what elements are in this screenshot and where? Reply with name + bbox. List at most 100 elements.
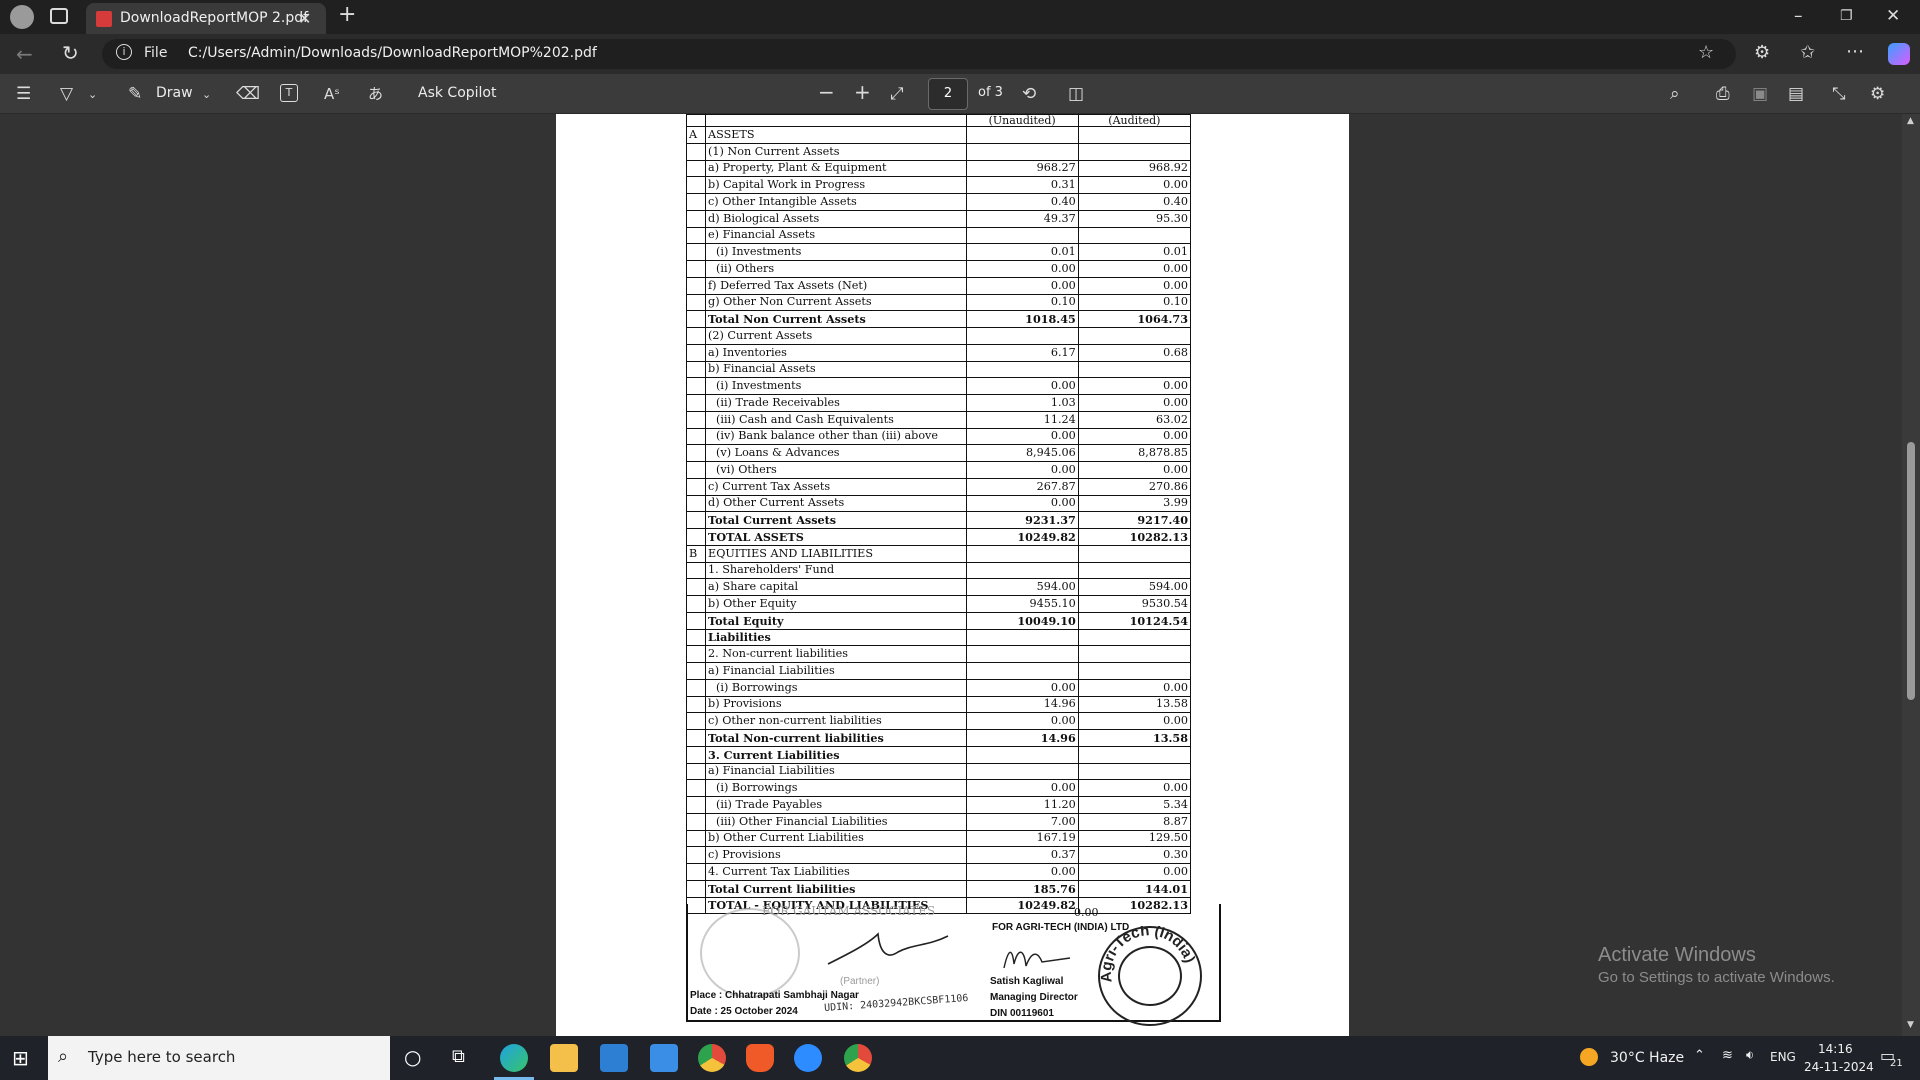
contents-icon[interactable]: ☰ — [16, 84, 31, 104]
refresh-icon[interactable]: ↻ — [62, 43, 79, 63]
zoom-out-icon[interactable]: − — [818, 82, 835, 102]
audited-value: 0.10 — [1077, 293, 1192, 312]
particulars-cell: (i) Investments — [705, 243, 967, 261]
address-input[interactable]: i File C:/Users/Admin/Downloads/Download… — [102, 39, 1736, 69]
settings-gear-icon[interactable]: ⚙ — [1870, 84, 1885, 104]
scroll-down-icon[interactable]: ▼ — [1907, 1020, 1914, 1030]
weather-icon[interactable] — [1580, 1048, 1598, 1066]
tab-pdf[interactable]: DownloadReportMOP 2.pdf ✕ — [86, 3, 326, 34]
rotate-icon[interactable]: ⟲ — [1022, 84, 1036, 104]
favorite-star-icon[interactable]: ☆ — [1698, 43, 1714, 63]
search-icon[interactable]: ⌕ — [1670, 84, 1680, 104]
network-icon[interactable]: ≋ — [1722, 1048, 1733, 1063]
back-icon[interactable]: ← — [16, 44, 33, 64]
close-tab-icon[interactable]: ✕ — [298, 9, 311, 29]
page-number-input[interactable]: 2 — [928, 78, 968, 110]
audited-value: 8,878.85 — [1077, 444, 1192, 462]
highlight-icon[interactable]: ▽ — [60, 84, 73, 104]
table-row: (i) Investments 0.00 0.00 — [685, 377, 1192, 395]
particulars-cell: TOTAL ASSETS — [705, 528, 967, 546]
date-label: Date : 25 October 2024 — [690, 1006, 798, 1017]
pdf-page: (Unaudited) (Audited) A ASSETS (1) Non Cur… — [556, 114, 1349, 1036]
audited-value — [1077, 544, 1192, 563]
windows-start-icon[interactable]: ⊞ — [12, 1048, 29, 1068]
edge-icon[interactable] — [500, 1044, 528, 1072]
save-as-icon[interactable]: ▤ — [1788, 84, 1804, 104]
draw-button[interactable]: Draw — [156, 85, 193, 101]
draw-icon[interactable]: ✎ — [128, 84, 142, 104]
table-row: Total Non-current liabilities 14.96 13.58 — [685, 729, 1192, 747]
chevron-down-icon[interactable]: ⌄ — [202, 85, 211, 105]
pdf-viewer[interactable]: (Unaudited) (Audited) A ASSETS (1) Non Cur… — [0, 114, 1920, 1036]
chrome-profile-icon[interactable] — [844, 1044, 872, 1072]
text-box-icon[interactable]: T — [280, 84, 298, 102]
section-letter — [685, 712, 707, 730]
section-letter — [685, 662, 707, 680]
eraser-icon[interactable]: ⌫ — [236, 84, 260, 104]
file-explorer-icon[interactable] — [550, 1044, 578, 1072]
chrome-icon[interactable] — [698, 1044, 726, 1072]
volume-icon[interactable]: 🔉︎ — [1746, 1048, 1754, 1063]
table-row: 2. Non-current liabilities — [685, 645, 1192, 663]
new-tab-icon[interactable]: + — [338, 4, 356, 26]
fullscreen-icon[interactable]: ⤡ — [1832, 84, 1846, 104]
table-row: (iii) Cash and Cash Equivalents 11.24 63.0… — [685, 410, 1192, 429]
tray-chevron-icon[interactable]: ⌃ — [1694, 1048, 1705, 1063]
section-letter — [685, 846, 707, 864]
ask-copilot-button[interactable]: Ask Copilot — [418, 85, 497, 101]
audited-value — [1077, 226, 1192, 245]
clock-date[interactable]: 24-11-2024 — [1804, 1060, 1874, 1074]
translate-icon[interactable]: あ — [368, 84, 383, 104]
vertical-scrollbar[interactable]: ▲ ▼ — [1902, 114, 1920, 1036]
task-view-icon[interactable]: ⧉ — [452, 1047, 465, 1067]
audited-value: 0.40 — [1077, 193, 1192, 211]
unaudited-value: 11.20 — [965, 796, 1079, 814]
page-view-icon[interactable]: ◫ — [1068, 84, 1084, 104]
read-aloud-icon[interactable]: Aˢ — [324, 84, 340, 104]
close-window-icon[interactable]: ✕ — [1886, 6, 1900, 26]
favorites-icon[interactable]: ✩ — [1800, 43, 1815, 63]
auditor-for-label: FOR GAUTAM ASSOCIATES — [762, 904, 936, 918]
column-header-audited: (Audited) — [1077, 114, 1192, 127]
scroll-up-icon[interactable]: ▲ — [1907, 116, 1914, 126]
language-indicator[interactable]: ENG — [1770, 1050, 1796, 1064]
table-row: d) Other Current Assets 0.00 3.99 — [685, 494, 1192, 513]
profile-avatar-icon[interactable] — [10, 5, 34, 29]
unaudited-value — [965, 226, 1079, 245]
section-letter — [685, 444, 707, 462]
audited-value: 63.02 — [1077, 410, 1192, 429]
audited-value: 968.92 — [1077, 159, 1192, 178]
taskbar-search-input[interactable]: ⌕ Type here to search — [48, 1036, 390, 1080]
copilot-icon[interactable] — [1888, 43, 1910, 65]
info-icon[interactable]: i — [116, 44, 132, 60]
minimize-icon[interactable]: – — [1794, 6, 1803, 26]
cortana-icon[interactable]: ○ — [404, 1047, 421, 1067]
page-total-label: of 3 — [978, 85, 1003, 100]
particulars-cell: Total Non Current Assets — [705, 310, 967, 328]
section-letter — [685, 511, 707, 529]
chevron-down-icon[interactable]: ⌄ — [88, 85, 97, 105]
scrollbar-thumb[interactable] — [1907, 442, 1915, 700]
print-icon[interactable]: ⎙ — [1716, 84, 1730, 104]
zoom-in-icon[interactable]: + — [854, 82, 871, 102]
weather-text[interactable]: 30°C Haze — [1610, 1050, 1684, 1066]
auditor-stamp-icon — [700, 908, 800, 998]
extensions-icon[interactable]: ⚙ — [1754, 43, 1770, 63]
restore-icon[interactable]: ❐ — [1840, 6, 1853, 26]
audited-value: 13.58 — [1077, 695, 1192, 714]
table-row: (2) Current Assets — [685, 327, 1192, 345]
clock-time[interactable]: 14:16 — [1818, 1042, 1853, 1056]
save-icon[interactable]: ▣ — [1752, 84, 1768, 104]
table-row: (v) Loans & Advances 8,945.06 8,878.85 — [685, 444, 1192, 462]
more-menu-icon[interactable]: ⋯ — [1846, 42, 1864, 62]
particulars-cell: b) Provisions — [705, 695, 967, 714]
section-letter — [685, 193, 707, 211]
store-icon[interactable] — [600, 1044, 628, 1072]
tab-actions-icon[interactable] — [50, 8, 68, 24]
mail-icon[interactable] — [650, 1044, 678, 1072]
brave-icon[interactable] — [746, 1044, 774, 1072]
zoom-icon[interactable] — [794, 1044, 822, 1072]
fit-page-icon[interactable]: ⤢ — [890, 84, 904, 104]
particulars-cell: Total Equity — [705, 611, 967, 630]
signatory-din: DIN 00119601 — [990, 1008, 1054, 1019]
